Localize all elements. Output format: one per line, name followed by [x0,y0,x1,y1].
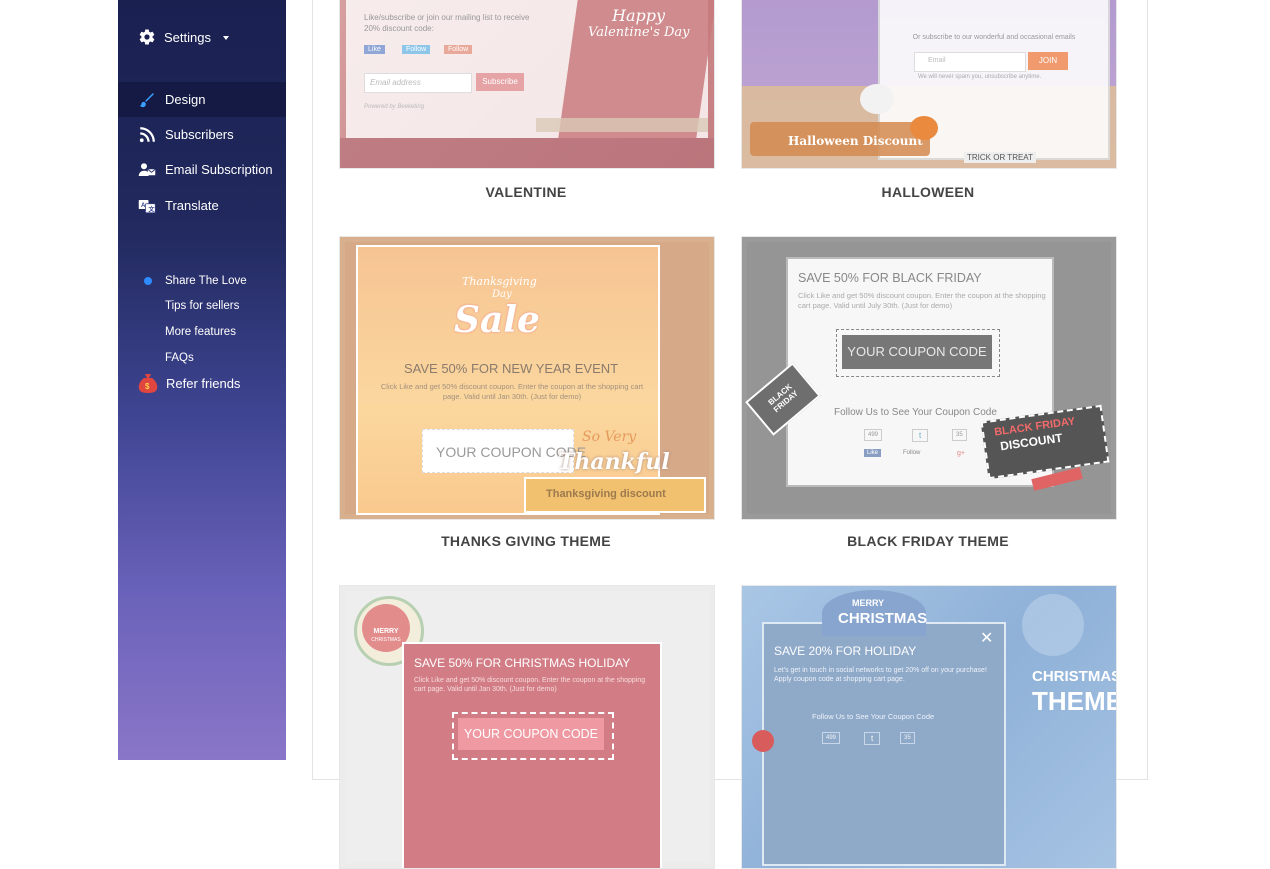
christmas-theme-word1: CHRISTMAS [1032,668,1117,685]
gear-icon [139,29,155,45]
christmas-theme-word2: THEME [1032,686,1117,716]
nav-label: Email Subscription [165,162,273,177]
email-placeholder-preview: Email address [370,78,421,87]
gplus-preview: g+ [957,450,965,457]
holiday-like-count: 499 [822,732,841,744]
christmas-heading: CHRISTMAS [838,610,928,627]
sub-item-faqs[interactable]: FAQs [165,352,194,364]
thanksgiving-body: Click Like and get 50% discount coupon. … [380,382,644,401]
theme-card-valentine[interactable]: Like/subscribe or join our mailing list … [339,0,715,169]
holiday-body: Let's get in touch in social networks to… [774,667,987,683]
spam-text: We will never spam you, unsubscribe anyt… [918,74,1042,80]
holiday-follow-text: Follow Us to See Your Coupon Code [812,712,935,721]
thanksgiving-script: Thanksgiving [462,275,537,288]
black-friday-title: SAVE 50% FOR BLACK FRIDAY [798,271,982,285]
sidebar: Settings Design Subscribers Email Subscr… [118,0,286,760]
thanksgiving-title: SAVE 50% FOR NEW YEAR EVENT [404,361,619,376]
black-friday-coupon: YOUR COUPON CODE [842,335,992,369]
sale-script: Sale [454,299,540,341]
christmas-holiday-title: SAVE 50% FOR CHRISTMAS HOLIDAY [414,656,631,670]
follow-button-preview: Follow [402,45,431,54]
script-happy: Happy [612,6,666,25]
brush-icon [139,93,154,108]
nav-item-subscribers[interactable]: Subscribers [118,117,286,152]
merry-badge-line1: MERRY [373,628,399,635]
black-friday-follow-text: Follow Us to See Your Coupon Code [834,407,997,418]
merry-heading: MERRY [852,598,885,608]
nav-label: Design [165,92,206,107]
theme-label-thanksgiving: THANKS GIVING THEME [441,533,611,549]
halloween-email-placeholder: Email [928,57,946,64]
tw-follow-preview: Follow [903,450,921,456]
trick-or-treat-label: TRICK OR TREAT [964,152,1036,163]
nav-item-design[interactable]: Design [118,82,286,117]
halloween-banner: Halloween Discount [788,134,923,148]
nav-label: Subscribers [165,127,234,142]
script-valentines: Valentine's Day [588,25,690,40]
translate-icon: A文 [138,200,156,213]
theme-gallery-panel: Like/subscribe or join our mailing list … [312,0,1148,869]
christmas-holiday-body: Click Like and get 50% discount coupon. … [414,677,646,693]
powered-text: Powered by Beeketing [364,104,425,110]
money-bag-icon: $ [138,374,158,393]
svg-text:$: $ [145,382,150,391]
theme-card-thanksgiving[interactable]: Thanksgiving Day Sale SAVE 50% FOR NEW Y… [339,236,715,520]
theme-card-black-friday[interactable]: SAVE 50% FOR BLACK FRIDAY Click Like and… [741,236,1117,520]
like-count: 499 [864,429,883,441]
nav-item-translate[interactable]: A文 Translate [118,188,286,223]
valentine-text: Like/subscribe or join our mailing list … [364,13,530,33]
christmas-coupon: YOUR COUPON CODE [458,718,604,750]
holiday-title: SAVE 20% FOR HOLIDAY [774,644,917,658]
holiday-gplus-count: 35 [900,732,915,744]
halloween-subscribe-text: Or subscribe to our wonderful and occasi… [912,34,1076,41]
status-dot [144,277,152,285]
gplus-button-preview: Follow [444,45,473,54]
refer-friends-link[interactable]: $ Refer friends [138,372,240,394]
like-button-preview: Like [364,45,385,54]
caret-down-icon [222,36,229,40]
theme-label-halloween: HALLOWEEN [881,184,975,200]
twitter-icon: t [912,429,929,442]
user-mail-icon [138,163,156,176]
subscribe-button-preview: Subscribe [476,73,524,91]
refer-label: Refer friends [166,375,241,391]
theme-card-halloween[interactable]: Or subscribe to our wonderful and occasi… [741,0,1117,169]
theme-card-christmas-theme[interactable]: MERRY CHRISTMAS ✕ SAVE 20% FOR HOLIDAY L… [741,585,1117,869]
so-very-script: So Very [582,429,637,445]
settings-menu[interactable]: Settings [138,28,229,46]
svg-text:A: A [141,203,146,209]
nav-item-email-subscription[interactable]: Email Subscription [118,152,286,187]
thanksgiving-banner: Thanksgiving discount [546,488,666,500]
theme-card-christmas-holiday[interactable]: MERRY CHRISTMAS SAVE 50% FOR CHRISTMAS H… [339,585,715,869]
sub-item-share-the-love[interactable]: Share The Love [165,275,247,287]
close-icon: ✕ [980,630,994,647]
sub-item-more-features[interactable]: More features [165,326,236,338]
sub-item-tips-for-sellers[interactable]: Tips for sellers [165,300,239,312]
nav-label: Translate [165,198,219,213]
black-friday-body: Click Like and get 50% discount coupon. … [798,291,1046,310]
rss-icon [139,127,155,143]
gplus-count: 35 [952,429,967,441]
theme-label-valentine: VALENTINE [485,184,567,200]
settings-label: Settings [164,29,211,45]
theme-label-black-friday: BLACK FRIDAY THEME [847,533,1009,549]
holiday-twitter-icon: t [864,732,881,745]
thankful-script: Thankful [558,449,670,475]
fb-like-preview: Like [864,449,882,457]
join-button-preview: JOIN [1028,52,1068,70]
